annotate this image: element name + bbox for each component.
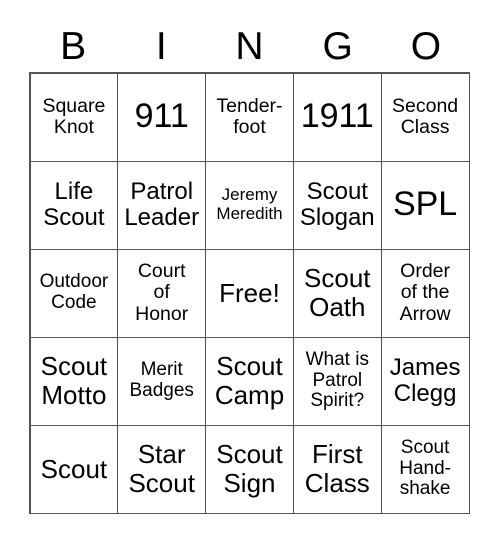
bingo-cell-text: Life Scout [43, 177, 105, 231]
bingo-cell-text: Scout Camp [214, 351, 285, 410]
bingo-cell-text: Court of Honor [135, 259, 189, 325]
bingo-cell[interactable]: First Class [292, 424, 382, 514]
bingo-cell-text: Scout Motto [40, 351, 108, 410]
bingo-cell[interactable]: Scout Oath [292, 248, 382, 338]
bingo-cell-text: Outdoor Code [39, 271, 109, 313]
bingo-cell-text: James Clegg [389, 353, 461, 407]
bingo-cell-text: Scout [40, 453, 108, 484]
bingo-cell[interactable]: Court of Honor [117, 248, 207, 338]
bingo-cell-text: 1911 [300, 97, 374, 136]
bingo-cell[interactable]: SPL [380, 160, 470, 250]
bingo-cell-text: SPL [392, 185, 458, 224]
bingo-cell[interactable]: Square Knot [29, 72, 119, 162]
bingo-cell[interactable]: Scout Slogan [292, 160, 382, 250]
bingo-cell[interactable]: Second Class [380, 72, 470, 162]
header-letter-b: B [60, 25, 87, 68]
bingo-cell[interactable]: Tender-foot [205, 72, 294, 162]
bingo-cell[interactable]: Merit Badges [117, 336, 207, 426]
bingo-cell-text: What is Patrol Spirit? [305, 348, 369, 412]
bingo-cell[interactable]: 911 [117, 72, 207, 162]
bingo-cell-text: Patrol Leader [124, 177, 200, 231]
bingo-cell[interactable]: Star Scout [117, 424, 207, 514]
bingo-cell[interactable]: Scout Sign [205, 424, 294, 514]
bingo-cell[interactable]: James Clegg [380, 336, 470, 426]
bingo-cell[interactable]: Patrol Leader [117, 160, 207, 250]
bingo-cell-text: Tender-foot [216, 94, 283, 138]
bingo-cell[interactable]: 1911 [292, 72, 382, 162]
bingo-header: B I N G O [29, 22, 470, 72]
bingo-cell-text: Scout Sign [216, 439, 283, 498]
bingo-cell[interactable]: Life Scout [29, 160, 119, 250]
bingo-cell[interactable]: Scout Hand-shake [380, 424, 470, 514]
bingo-cell-text: Scout Slogan [299, 177, 375, 231]
bingo-grid: Square Knot 911 Tender-foot 1911 Second Class L… [29, 72, 470, 514]
bingo-cell[interactable]: Scout [29, 424, 119, 514]
bingo-cell[interactable]: Jeremy Meredith [205, 160, 294, 250]
bingo-cell-text: Merit Badges [129, 359, 194, 401]
header-letter-i: I [155, 25, 167, 68]
bingo-cell-text: First Class [304, 439, 370, 498]
bingo-cell[interactable]: What is Patrol Spirit? [292, 336, 382, 426]
bingo-cell-text: 911 [134, 97, 189, 136]
bingo-cell-text: Star Scout [128, 439, 195, 498]
bingo-cell[interactable]: Scout Camp [205, 336, 294, 426]
bingo-cell[interactable]: Order of the Arrow [380, 248, 470, 338]
bingo-cell-text: Jeremy Meredith [216, 185, 283, 223]
bingo-cell-text: Scout Oath [304, 263, 371, 322]
bingo-cell-text: Scout Hand-shake [399, 436, 451, 500]
bingo-cell-text: Free! [219, 277, 280, 308]
bingo-cell[interactable]: Scout Motto [29, 336, 119, 426]
bingo-cell-text: Square Knot [42, 94, 106, 138]
header-letter-g: G [322, 25, 353, 68]
free-space-cell[interactable]: Free! [205, 248, 294, 338]
header-letter-o: O [410, 25, 442, 68]
bingo-cell-text: Order of the Arrow [399, 259, 451, 325]
header-letter-n: N [235, 25, 264, 68]
bingo-cell[interactable]: Outdoor Code [29, 248, 119, 338]
bingo-cell-text: Second Class [392, 94, 459, 138]
